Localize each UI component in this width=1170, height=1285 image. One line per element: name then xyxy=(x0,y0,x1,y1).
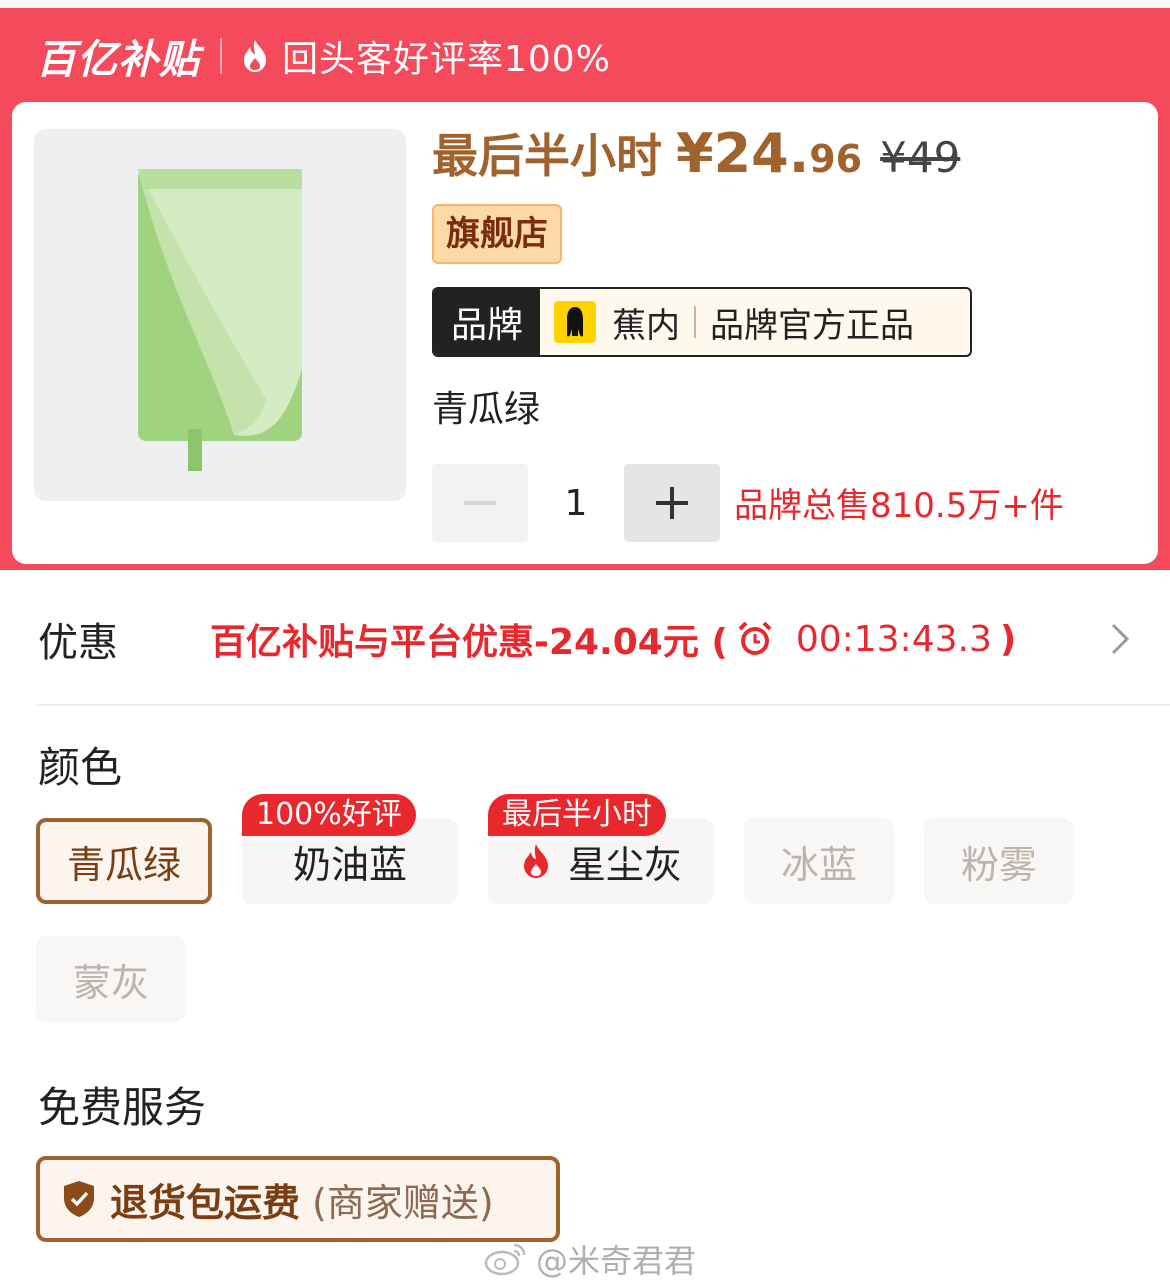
quantity-value[interactable]: 1 xyxy=(528,483,624,524)
banner-header: 百亿补贴 回头客好评率100% xyxy=(36,16,611,96)
service-sub-text: (商家赠送) xyxy=(312,1180,494,1225)
color-option-qingguagreen[interactable]: 青瓜绿 xyxy=(36,818,212,904)
price-row: 最后半小时 ¥24. 96 ¥49 xyxy=(432,120,960,186)
alarm-clock-icon xyxy=(738,621,772,655)
selected-variant-name: 青瓜绿 xyxy=(432,389,541,430)
green-towel-image[interactable] xyxy=(34,129,406,501)
decrease-button[interactable] xyxy=(432,464,528,542)
section-divider xyxy=(36,704,1170,706)
subsidy-banner: 百亿补贴 回头客好评率100% 最后半小时 ¥24. 96 ¥49 旗舰店 品牌… xyxy=(0,8,1170,570)
promo-row[interactable]: 优惠 百亿补贴与平台优惠-24.04元 ( 00:13:43.3 ) xyxy=(0,580,1170,700)
current-price: ¥24. xyxy=(676,122,810,185)
color-option-xingchengray[interactable]: 最后半小时 星尘灰 xyxy=(488,794,714,904)
watermark: @米奇君君 xyxy=(484,1236,696,1282)
promo-detail: 百亿补贴与平台优惠-24.04元 ( 00:13:43.3 ) xyxy=(210,613,1016,665)
fire-icon xyxy=(244,40,266,72)
weibo-icon xyxy=(484,1243,526,1276)
promo-close-paren: ) xyxy=(999,618,1017,660)
product-card: 最后半小时 ¥24. 96 ¥49 旗舰店 品牌 蕉内 品牌官方正品 青瓜绿 1 xyxy=(12,102,1158,564)
price-label: 最后半小时 xyxy=(432,129,662,183)
original-price: ¥49 xyxy=(880,133,961,182)
flagship-store-tag: 旗舰店 xyxy=(432,204,562,264)
watermark-text: @米奇君君 xyxy=(536,1242,697,1280)
promo-discount-text: 百亿补贴与平台优惠-24.04元 ( xyxy=(210,622,728,663)
brand-divider xyxy=(694,306,696,338)
color-option-label: 奶油蓝 xyxy=(292,842,407,887)
plus-icon xyxy=(656,487,688,519)
color-option-label: 冰蓝 xyxy=(780,842,857,887)
good-review-badge: 100%好评 xyxy=(242,794,416,836)
color-section-title: 颜色 xyxy=(38,743,123,792)
chevron-right-icon xyxy=(1111,623,1130,655)
brand-total-sold: 品牌总售810.5万+件 xyxy=(734,486,1064,526)
service-main-text: 退货包运费 xyxy=(110,1180,301,1225)
color-option-menggray[interactable]: 蒙灰 xyxy=(36,936,186,1022)
jiaonei-logo-icon xyxy=(554,301,596,343)
current-price-cents: 96 xyxy=(809,137,863,181)
brand-name: 蕉内 xyxy=(612,305,680,346)
increase-button[interactable] xyxy=(624,464,720,542)
color-option-naiyoublue[interactable]: 100%好评 奶油蓝 xyxy=(242,794,458,904)
shield-check-icon xyxy=(64,1181,94,1217)
quantity-stepper: 1 xyxy=(432,464,720,542)
subsidy-logo: 百亿补贴 xyxy=(36,37,200,83)
brand-badge[interactable]: 品牌 蕉内 品牌官方正品 xyxy=(432,287,972,357)
color-option-pinkmist[interactable]: 粉雾 xyxy=(924,818,1074,904)
minus-icon xyxy=(464,501,496,505)
countdown-timer: 00:13:43.3 xyxy=(795,618,992,660)
top-strip xyxy=(0,0,1170,8)
banner-divider xyxy=(220,38,222,74)
brand-label: 品牌 xyxy=(434,289,540,355)
color-option-label: 蒙灰 xyxy=(72,960,149,1005)
review-rate-text: 回头客好评率100% xyxy=(282,39,611,80)
service-section-title: 免费服务 xyxy=(38,1083,207,1132)
last-half-hour-badge: 最后半小时 xyxy=(488,794,666,836)
color-option-label: 星尘灰 xyxy=(567,842,682,887)
color-option-iceblue[interactable]: 冰蓝 xyxy=(744,818,894,904)
color-option-label: 青瓜绿 xyxy=(66,842,181,887)
brand-official-text: 品牌官方正品 xyxy=(710,305,914,346)
fire-icon xyxy=(523,844,548,878)
color-option-label: 粉雾 xyxy=(960,842,1037,887)
promo-label: 优惠 xyxy=(38,620,118,666)
free-return-shipping-option[interactable]: 退货包运费 (商家赠送) xyxy=(36,1156,560,1242)
